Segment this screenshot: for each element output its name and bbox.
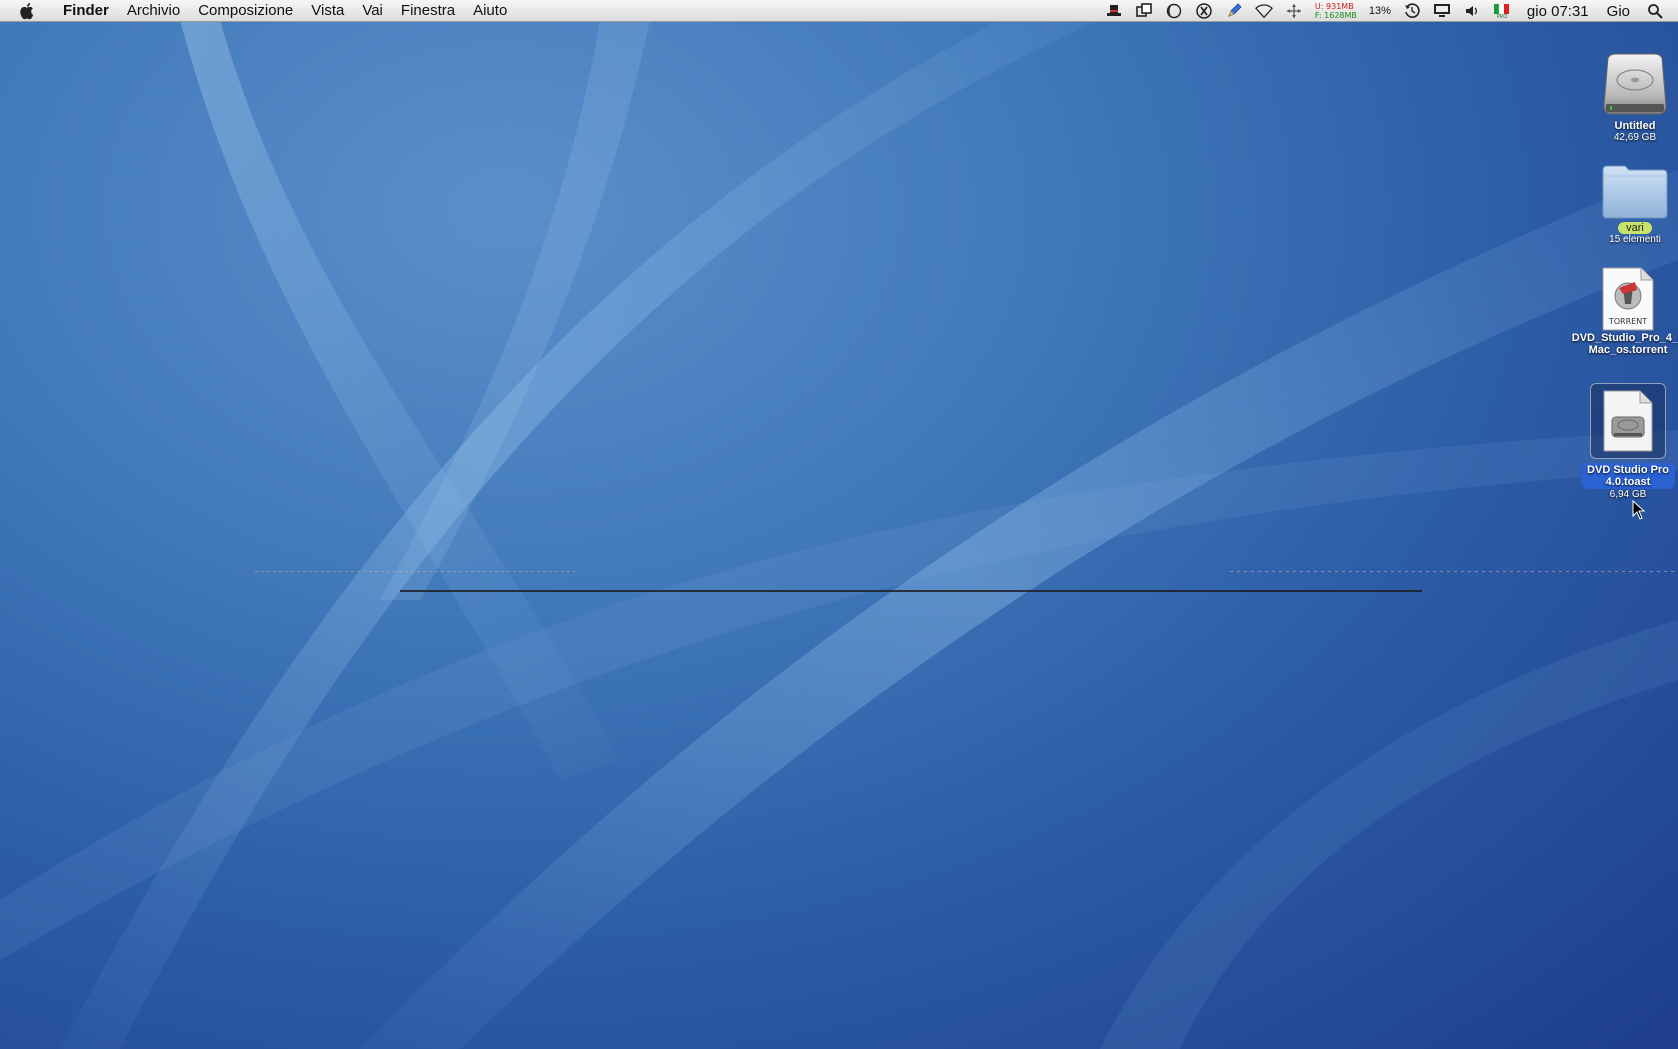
menu-aiuto[interactable]: Aiuto	[464, 0, 516, 22]
network-arrows-icon[interactable]	[1285, 2, 1303, 20]
selection-highlight	[1590, 383, 1666, 459]
screen-glitch-line	[400, 590, 1422, 592]
menu-bar: Finder Archivio Composizione Vista Vai F…	[0, 0, 1678, 22]
screen-copy-icon[interactable]	[1135, 2, 1153, 20]
menu-vista[interactable]: Vista	[302, 0, 353, 22]
mouse-pointer-icon	[1632, 499, 1646, 525]
desktop-icon-size: 42,69 GB	[1613, 132, 1657, 143]
volume-icon[interactable]	[1463, 2, 1481, 20]
fast-user-switch[interactable]: Gio	[1607, 3, 1630, 20]
moon-icon[interactable]	[1165, 2, 1183, 20]
aurora-wallpaper	[0, 20, 1678, 1049]
torrent-file-icon: TORRENT	[1568, 262, 1678, 332]
spotlight-icon[interactable]	[1646, 2, 1664, 20]
desktop-icon-label-line2: Mac_os.torrent	[1588, 344, 1668, 356]
italian-flag-icon[interactable]: PRO	[1493, 2, 1511, 20]
hard-drive-icon	[1575, 48, 1678, 120]
x-circle-icon[interactable]	[1195, 2, 1213, 20]
menu-composizione[interactable]: Composizione	[189, 0, 302, 22]
folder-icon	[1575, 150, 1678, 222]
desktop-icon-toast-image-selected[interactable]: DVD Studio Pro 4.0.toast 6,94 GB	[1568, 383, 1678, 501]
screen-glitch-line	[255, 571, 575, 572]
desktop-icon-size: 6,94 GB	[1609, 489, 1647, 500]
desktop-icon-vari-folder[interactable]: vari 15 elementi	[1575, 150, 1678, 246]
hat-icon[interactable]	[1105, 2, 1123, 20]
desktop-icon-label: vari	[1618, 222, 1652, 234]
desktop-icon-item-count: 15 elementi	[1609, 234, 1661, 245]
torrent-badge: TORRENT	[1608, 317, 1647, 326]
memory-monitor[interactable]: U: 931MB F: 1628MB	[1315, 2, 1357, 20]
menu-archivio[interactable]: Archivio	[118, 0, 189, 22]
screen-glitch-line	[1230, 571, 1678, 572]
desktop-icon-label-line2: 4.0.toast	[1605, 476, 1651, 488]
memory-free: F: 1628MB	[1314, 11, 1357, 20]
wifi-icon[interactable]	[1254, 2, 1273, 20]
menu-app-finder[interactable]: Finder	[54, 0, 118, 22]
time-machine-icon[interactable]	[1403, 2, 1421, 20]
desktop-screen: Finder Archivio Composizione Vista Vai F…	[0, 0, 1678, 1049]
display-icon[interactable]	[1433, 2, 1451, 20]
desktop-icon-label: Untitled	[1614, 120, 1656, 132]
menu-vai[interactable]: Vai	[353, 0, 392, 22]
menubar-clock[interactable]: gio 07:31	[1527, 3, 1589, 20]
desktop-icon-label-line1: DVD Studio Pro	[1587, 464, 1669, 476]
menu-finestra[interactable]: Finestra	[392, 0, 464, 22]
desktop-icon-untitled-drive[interactable]: Untitled 42,69 GB	[1575, 48, 1678, 144]
toast-disk-image-icon	[1603, 390, 1653, 452]
svg-text:PRO: PRO	[1497, 14, 1507, 19]
memory-used: U: 931MB	[1314, 2, 1354, 11]
battery-percent[interactable]: 13%	[1369, 5, 1391, 17]
pen-icon[interactable]	[1225, 2, 1243, 20]
apple-menu-icon[interactable]	[18, 1, 38, 21]
desktop-icon-torrent-file[interactable]: TORRENT DVD_Studio_Pro_4_0 Mac_os.torren…	[1568, 262, 1678, 356]
desktop-icon-label-line1: DVD_Studio_Pro_4_0	[1571, 332, 1678, 344]
